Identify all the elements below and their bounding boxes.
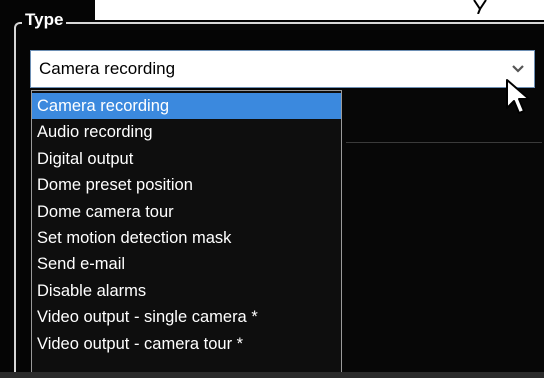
dropdown-option[interactable]: Disable alarms xyxy=(32,278,341,304)
dropdown-option[interactable]: Audio recording xyxy=(32,119,341,145)
dropdown-option[interactable]: Camera recording xyxy=(32,93,341,120)
divider xyxy=(346,142,542,143)
combo-selected-value: Camera recording xyxy=(39,59,176,78)
type-combobox[interactable]: Camera recording xyxy=(30,50,535,88)
background-panel xyxy=(342,90,544,378)
background-strip xyxy=(0,372,544,378)
dropdown-option[interactable]: Video output - single camera * xyxy=(32,304,341,330)
mouse-cursor-icon xyxy=(506,79,530,114)
dropdown-option[interactable]: Dome camera tour xyxy=(32,199,341,225)
type-dropdown-list[interactable]: Camera recording Audio recording Digital o… xyxy=(31,90,342,374)
screen: Type Camera recording Camera recording Au… xyxy=(0,0,544,378)
dropdown-option[interactable]: Digital output xyxy=(32,146,341,172)
groupbox-title: Type xyxy=(22,9,67,31)
dropdown-option[interactable]: Set motion detection mask xyxy=(32,225,341,251)
dropdown-option[interactable]: Send e-mail xyxy=(32,251,341,277)
dropdown-option[interactable]: Dome preset position xyxy=(32,172,341,198)
partial-glyph-icon xyxy=(473,0,487,14)
dropdown-option[interactable]: Video output - camera tour * xyxy=(32,331,341,357)
